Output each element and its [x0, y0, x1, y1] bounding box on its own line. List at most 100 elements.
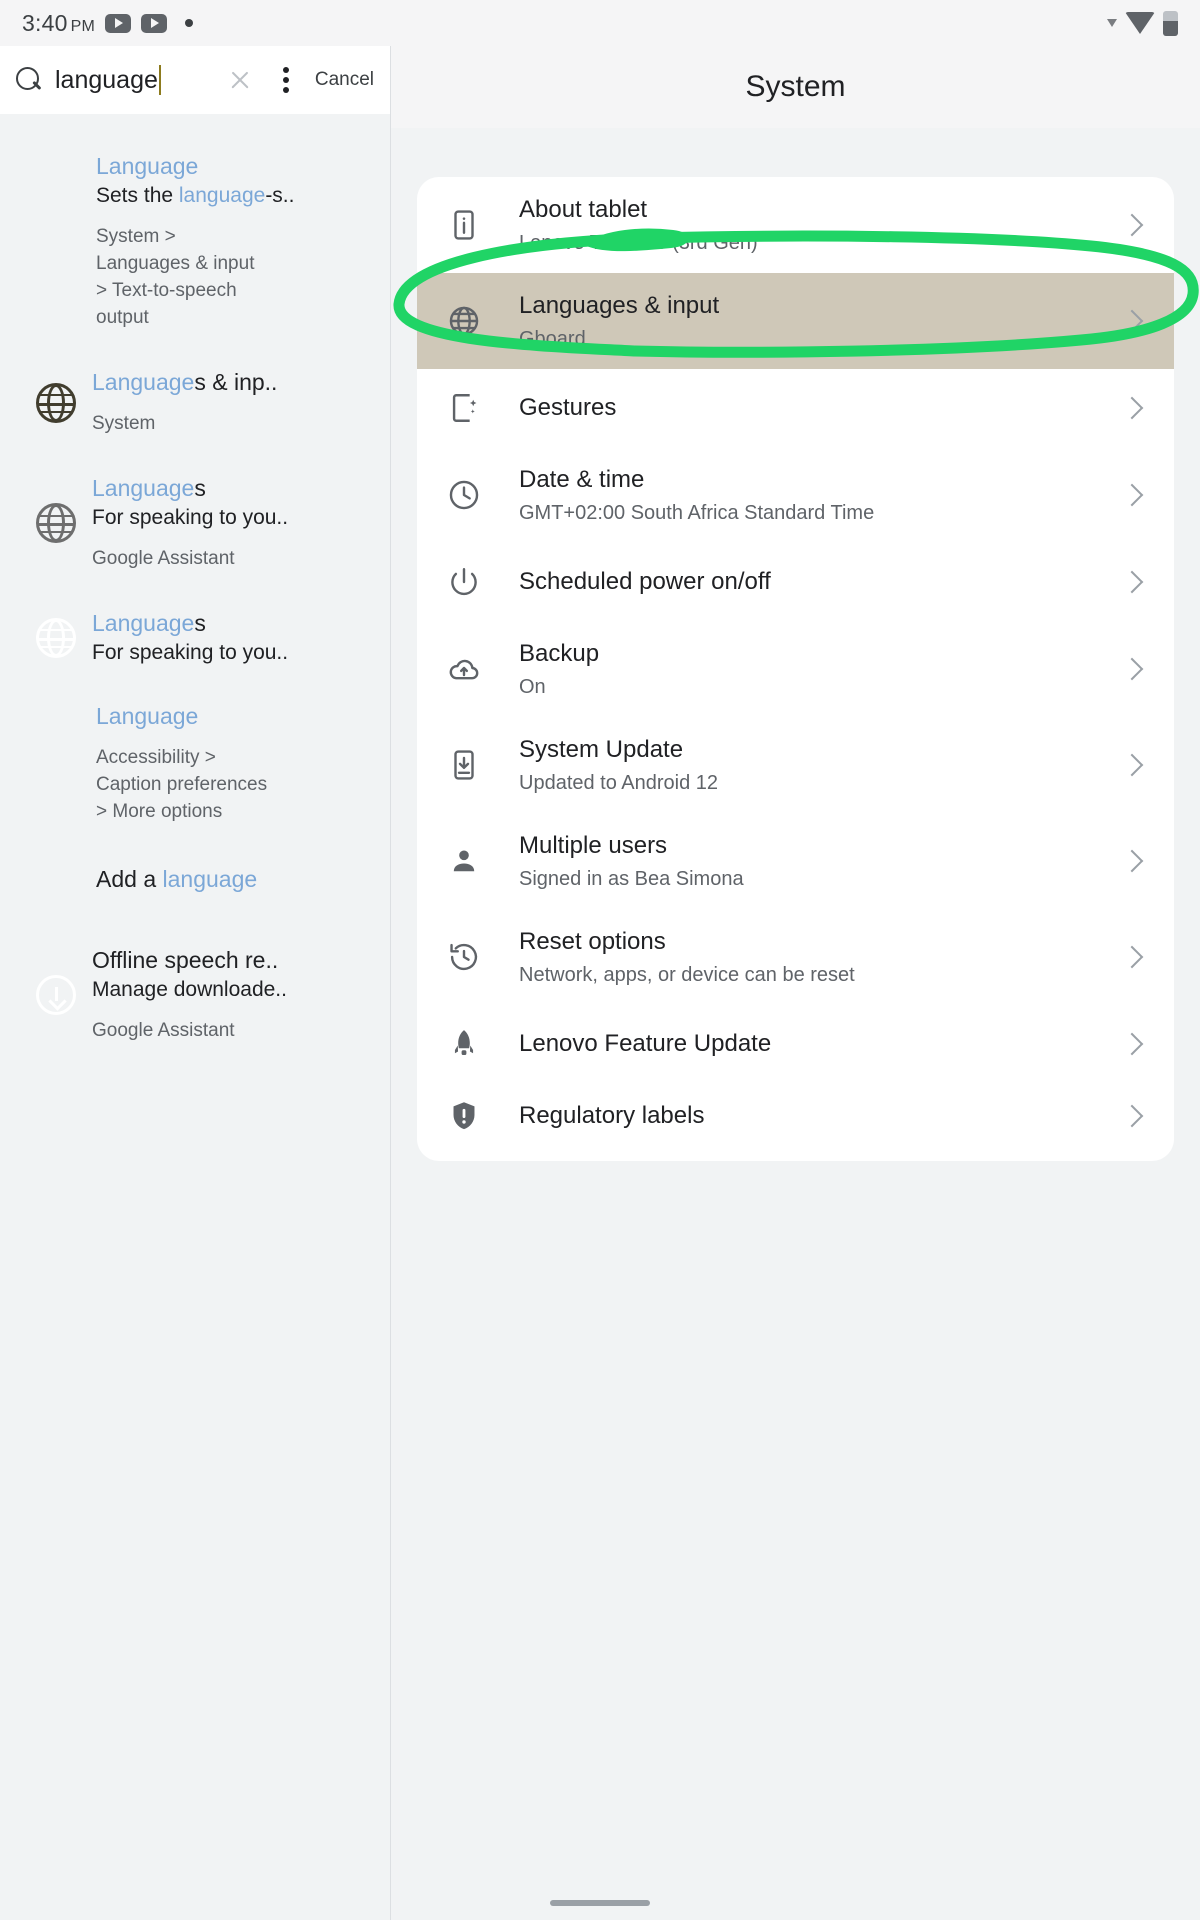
search-result-item[interactable]: Language Sets the language-s.. System > …: [0, 152, 390, 332]
search-results-list: Language Sets the language-s.. System > …: [0, 114, 390, 1045]
row-title: Languages & input: [519, 291, 720, 319]
search-bar: language Cancel: [0, 46, 390, 114]
row-subtitle: Network, apps, or device can be reset: [519, 963, 855, 986]
download-icon: [36, 946, 92, 1045]
gestures-icon: [447, 391, 519, 425]
search-result-item[interactable]: Languages For speaking to you.. Google A…: [0, 474, 390, 573]
page-header: System: [391, 46, 1200, 128]
settings-row-gestures[interactable]: Gestures: [417, 369, 1174, 447]
globe-icon: [36, 474, 92, 573]
search-result-title: Offline speech re..: [92, 946, 279, 973]
search-input[interactable]: language: [55, 65, 215, 95]
row-title: Gestures: [519, 394, 617, 421]
text-caret: [158, 65, 162, 95]
row-subtitle: Gboard: [519, 327, 586, 350]
navigation-pill[interactable]: [550, 1900, 650, 1906]
person-icon: [447, 844, 519, 878]
chevron-right-icon: [1118, 942, 1148, 972]
dot-indicator-icon: [184, 19, 193, 27]
search-result-subtitle: For speaking to you..: [92, 641, 289, 665]
search-result-item[interactable]: Offline speech re.. Manage downloade.. G…: [0, 946, 390, 1045]
search-result-title: Languages: [92, 474, 206, 501]
page-title: System: [745, 70, 846, 103]
system-update-icon: [447, 748, 519, 782]
settings-row-multiple-users[interactable]: Multiple users Signed in as Bea Simona: [417, 813, 1174, 909]
globe-icon: [36, 609, 92, 666]
settings-row-backup[interactable]: Backup On: [417, 621, 1174, 717]
search-result-item[interactable]: Add a language: [0, 862, 390, 894]
search-result-item[interactable]: Languages For speaking to you..: [0, 609, 390, 666]
search-result-item[interactable]: Language Accessibility > Caption prefere…: [0, 702, 390, 826]
chevron-right-icon: [1118, 1101, 1148, 1131]
status-clock: 3:40 PM: [22, 9, 95, 36]
search-icon: [16, 66, 43, 94]
search-result-breadcrumb: Google Assistant: [92, 1019, 235, 1041]
rocket-icon: [447, 1027, 519, 1061]
settings-row-languages-and-input[interactable]: Languages & input Gboard: [417, 273, 1174, 369]
settings-row-lenovo-feature-update[interactable]: Lenovo Feature Update: [417, 1005, 1174, 1083]
search-input-value: language: [55, 65, 158, 94]
cancel-button[interactable]: Cancel: [315, 69, 374, 91]
settings-card: About tablet Lenovo Tab M10 (3rd Gen) La…: [417, 177, 1174, 1161]
row-title: Regulatory labels: [519, 1102, 705, 1129]
row-subtitle: Lenovo Tab M10 (3rd Gen): [519, 231, 758, 254]
row-subtitle: GMT+02:00 South Africa Standard Time: [519, 501, 875, 524]
youtube-play-icon: [104, 13, 131, 33]
row-subtitle: On: [519, 675, 546, 698]
triangle-down-icon: [1107, 19, 1117, 27]
row-title: Scheduled power on/off: [519, 568, 771, 595]
status-right-icons: [1107, 10, 1178, 36]
power-icon: [447, 565, 519, 599]
settings-row-regulatory-labels[interactable]: Regulatory labels: [417, 1083, 1174, 1161]
chevron-right-icon: [1118, 210, 1148, 240]
search-pane: language Cancel Language Sets the langua…: [0, 46, 391, 1920]
search-result-breadcrumb: Google Assistant: [92, 548, 235, 570]
row-title: Reset options: [519, 927, 666, 955]
shield-icon: [447, 1099, 519, 1133]
search-result-item[interactable]: Languages & inp.. System: [0, 368, 390, 438]
chevron-right-icon: [1118, 480, 1148, 510]
settings-row-reset-options[interactable]: Reset options Network, apps, or device c…: [417, 909, 1174, 1005]
chevron-right-icon: [1118, 1029, 1148, 1059]
clear-icon[interactable]: [227, 67, 253, 93]
chevron-right-icon: [1118, 846, 1148, 876]
history-icon: [447, 940, 519, 974]
settings-row-date-and-time[interactable]: Date & time GMT+02:00 South Africa Stand…: [417, 447, 1174, 543]
row-title: System Update: [519, 735, 684, 763]
globe-icon: [447, 304, 519, 338]
chevron-right-icon: [1118, 393, 1148, 423]
search-result-breadcrumb: System: [92, 413, 156, 434]
row-subtitle: Signed in as Bea Simona: [519, 867, 744, 890]
search-result-title: Languages: [92, 610, 206, 637]
system-pane: System About tablet Lenovo Tab M10 (3rd …: [391, 46, 1200, 1920]
search-result-subtitle: Add a language: [96, 866, 258, 893]
row-title: Date & time: [519, 465, 645, 493]
chevron-right-icon: [1118, 567, 1148, 597]
about-tablet-icon: [447, 208, 519, 242]
settings-row-system-update[interactable]: System Update Updated to Android 12: [417, 717, 1174, 813]
row-title: Backup: [519, 639, 600, 667]
search-result-breadcrumb: System > Languages & input > Text-to-spe…: [96, 226, 255, 328]
more-options-icon[interactable]: [275, 65, 297, 95]
search-result-title: Language: [96, 703, 199, 730]
row-subtitle: Updated to Android 12: [519, 771, 719, 794]
chevron-right-icon: [1118, 654, 1148, 684]
battery-icon: [1163, 10, 1178, 36]
chevron-right-icon: [1118, 750, 1148, 780]
search-result-title: Language: [96, 153, 199, 179]
row-title: About tablet: [519, 195, 648, 223]
clock-icon: [447, 478, 519, 512]
search-result-breadcrumb: Accessibility > Caption preferences > Mo…: [96, 747, 268, 823]
search-result-title: Languages & inp..: [92, 368, 278, 395]
status-bar: 3:40 PM: [0, 0, 1200, 46]
search-result-subtitle: Sets the language-s..: [96, 184, 295, 208]
settings-row-about-tablet[interactable]: About tablet Lenovo Tab M10 (3rd Gen): [417, 177, 1174, 273]
globe-icon: [36, 368, 92, 438]
search-result-subtitle: For speaking to you..: [92, 506, 289, 530]
settings-screen: 3:40 PM language Cancel Language Sets th…: [0, 0, 1200, 1920]
row-title: Multiple users: [519, 831, 668, 859]
row-title: Lenovo Feature Update: [519, 1030, 772, 1057]
settings-row-scheduled-power[interactable]: Scheduled power on/off: [417, 543, 1174, 621]
chevron-right-icon: [1118, 306, 1148, 336]
youtube-play-icon: [140, 13, 167, 33]
